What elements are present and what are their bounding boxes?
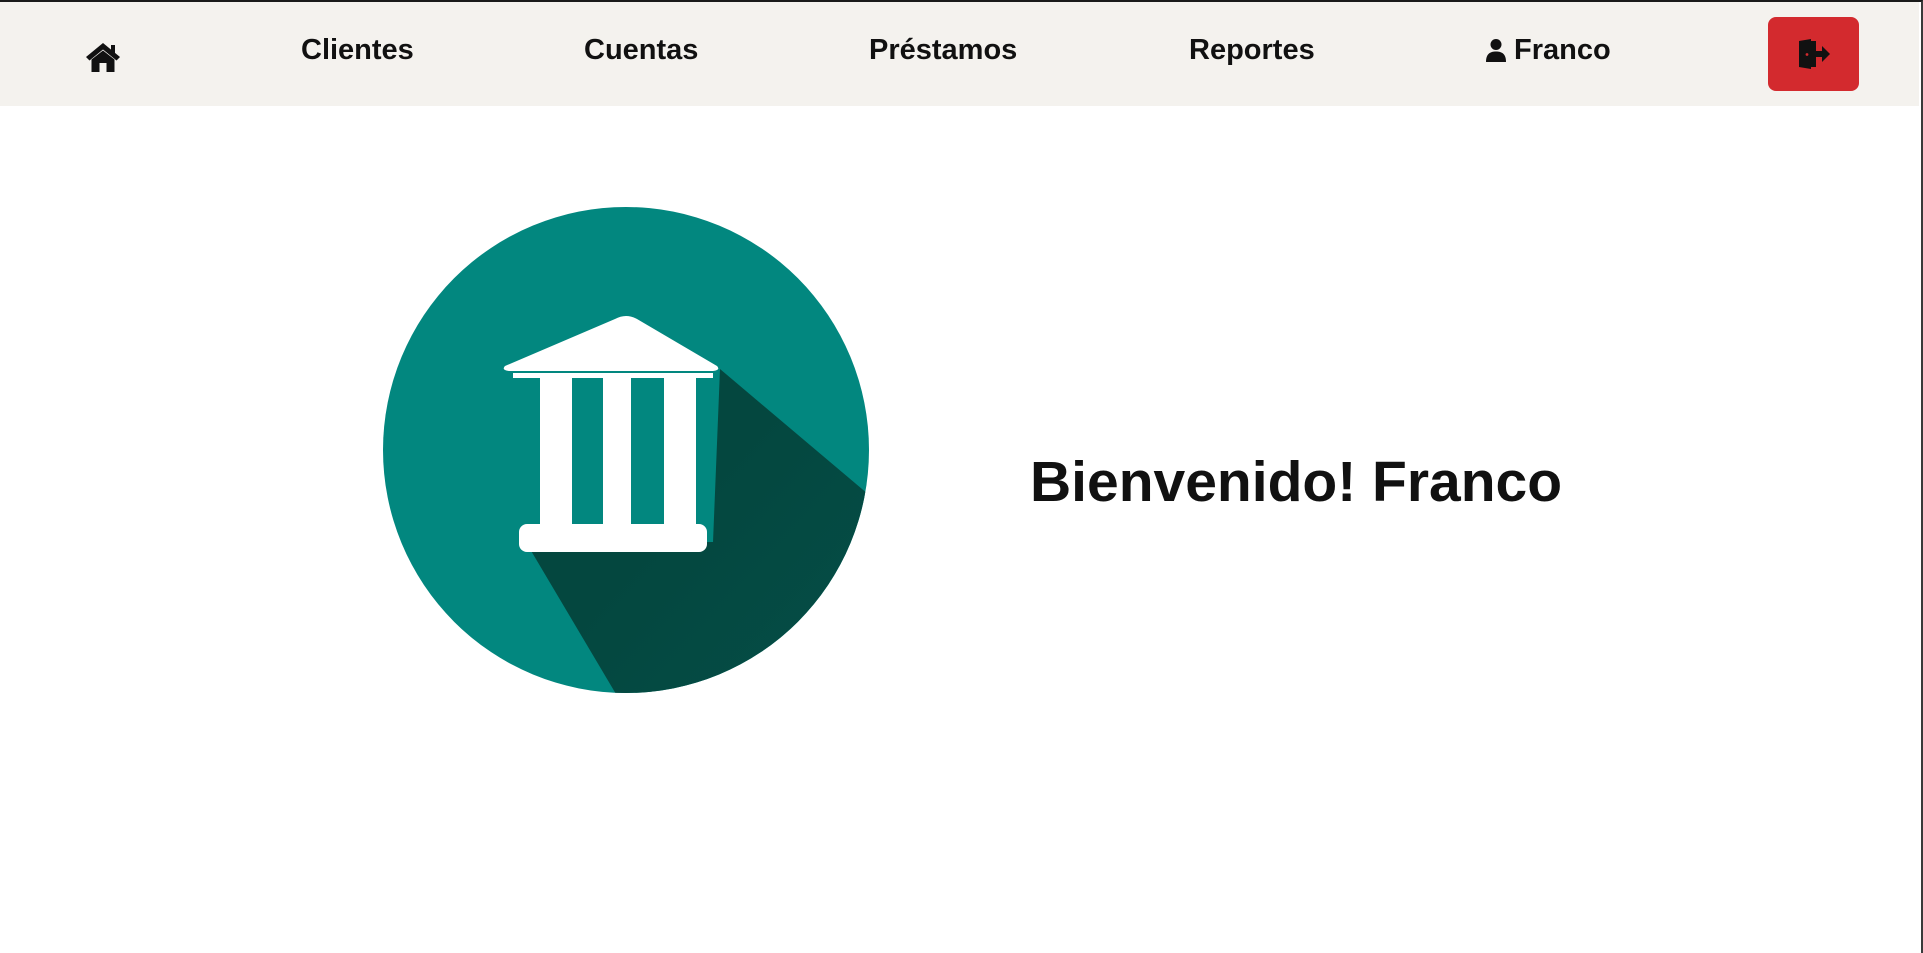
logout-button[interactable] <box>1768 17 1859 91</box>
nav-link-prestamos[interactable]: Préstamos <box>869 32 1017 68</box>
home-link[interactable] <box>84 40 122 74</box>
bank-icon <box>383 207 869 693</box>
home-icon <box>86 43 120 72</box>
bank-logo <box>383 207 869 693</box>
user-name: Franco <box>1514 34 1611 66</box>
user-icon <box>1486 39 1506 62</box>
welcome-heading: Bienvenido! Franco <box>1030 450 1563 514</box>
sign-out-icon <box>1798 39 1830 69</box>
navbar: Clientes Cuentas Préstamos Reportes Fran… <box>0 2 1919 106</box>
nav-link-cuentas[interactable]: Cuentas <box>584 32 698 68</box>
app-window: Clientes Cuentas Préstamos Reportes Fran… <box>0 0 1923 953</box>
nav-link-reportes[interactable]: Reportes <box>1189 32 1315 68</box>
nav-link-clientes[interactable]: Clientes <box>301 32 414 68</box>
user-profile-link[interactable]: Franco <box>1486 32 1611 68</box>
